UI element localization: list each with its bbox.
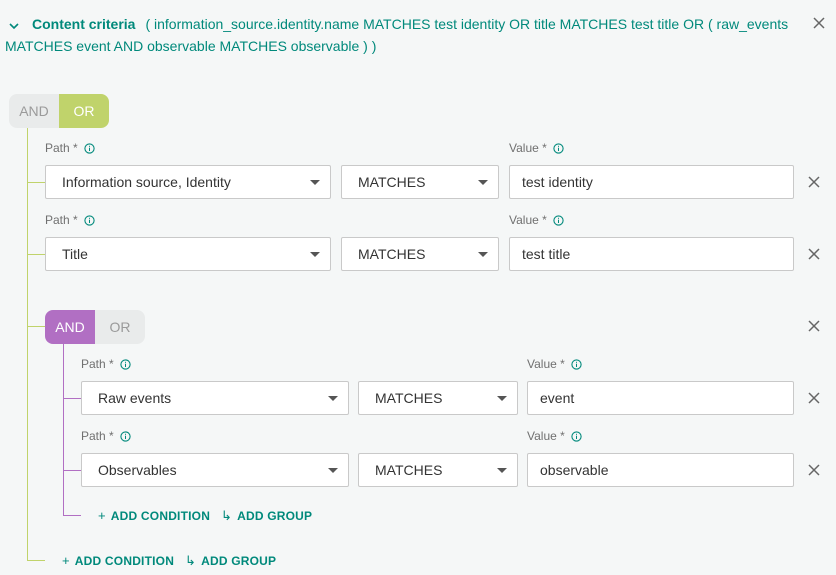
remove-condition-icon[interactable]: [807, 391, 823, 407]
root-add-condition-button[interactable]: + ADD CONDITION: [62, 553, 174, 568]
path-select[interactable]: Observables: [81, 453, 349, 487]
root-branch-line: [27, 326, 45, 327]
operator-select-value: MATCHES: [358, 246, 426, 262]
dropdown-arrow-icon: [478, 179, 488, 185]
path-select-value: Title: [62, 246, 88, 262]
value-label-text: Value *: [509, 141, 547, 155]
sub-group-line: [63, 344, 64, 516]
remove-condition-icon[interactable]: [807, 247, 823, 263]
path-label-text: Path *: [45, 141, 78, 155]
path-select[interactable]: Raw events: [81, 381, 349, 415]
path-select-value: Observables: [98, 462, 177, 478]
value-input-text: observable: [540, 462, 609, 478]
sub-operator-and[interactable]: AND: [45, 310, 95, 344]
root-group-line: [27, 128, 28, 561]
path-label-text: Path *: [81, 429, 114, 443]
subdirectory-arrow-icon: ↳: [185, 553, 197, 568]
criteria-title: Content criteria: [32, 16, 136, 32]
dropdown-arrow-icon: [310, 251, 320, 257]
value-input-text: event: [540, 390, 575, 406]
value-label: Value *: [509, 213, 564, 227]
value-label-text: Value *: [527, 357, 565, 371]
subdirectory-arrow-icon: ↳: [221, 508, 233, 523]
path-select[interactable]: Title: [45, 237, 331, 271]
path-label: Path *: [81, 357, 131, 371]
sub-branch-line: [63, 398, 81, 399]
dropdown-arrow-icon: [328, 395, 338, 401]
value-input[interactable]: test identity: [509, 165, 794, 199]
info-icon[interactable]: [120, 358, 131, 370]
value-input-text: test identity: [522, 174, 593, 190]
path-label: Path *: [45, 213, 95, 227]
plus-icon: +: [98, 508, 106, 523]
add-condition-label: ADD CONDITION: [110, 508, 211, 523]
operator-select[interactable]: MATCHES: [358, 381, 518, 415]
info-icon[interactable]: [571, 430, 582, 442]
sub-group-operator-toggle: AND OR: [45, 310, 145, 344]
info-icon[interactable]: [84, 142, 95, 154]
sub-add-group-button[interactable]: ↳ ADD GROUP: [221, 508, 312, 524]
operator-select[interactable]: MATCHES: [341, 165, 499, 199]
operator-select-value: MATCHES: [375, 462, 443, 478]
operator-select[interactable]: MATCHES: [358, 453, 518, 487]
add-condition-label: ADD CONDITION: [74, 553, 175, 568]
value-label-text: Value *: [527, 429, 565, 443]
root-operator-and[interactable]: AND: [9, 94, 59, 128]
info-icon[interactable]: [84, 214, 95, 226]
sub-add-condition-button[interactable]: + ADD CONDITION: [98, 508, 210, 523]
root-add-group-button[interactable]: ↳ ADD GROUP: [185, 553, 276, 569]
info-icon[interactable]: [571, 358, 582, 370]
chevron-down-icon[interactable]: [8, 15, 22, 36]
dropdown-arrow-icon: [497, 395, 507, 401]
value-label: Value *: [527, 357, 582, 371]
add-group-label: ADD GROUP: [201, 554, 277, 568]
root-branch-line: [27, 182, 45, 183]
plus-icon: +: [62, 553, 70, 568]
operator-select-value: MATCHES: [375, 390, 443, 406]
value-label-text: Value *: [509, 213, 547, 227]
remove-condition-icon[interactable]: [807, 175, 823, 191]
add-group-label: ADD GROUP: [237, 509, 313, 523]
sub-branch-line: [63, 515, 81, 516]
path-select[interactable]: Information source, Identity: [45, 165, 331, 199]
value-label: Value *: [527, 429, 582, 443]
sub-operator-or[interactable]: OR: [95, 310, 145, 344]
path-label-text: Path *: [45, 213, 78, 227]
dropdown-arrow-icon: [328, 467, 338, 473]
operator-select[interactable]: MATCHES: [341, 237, 499, 271]
path-label: Path *: [45, 141, 95, 155]
info-icon[interactable]: [120, 430, 131, 442]
value-input[interactable]: observable: [527, 453, 794, 487]
dropdown-arrow-icon: [478, 251, 488, 257]
value-input[interactable]: test title: [509, 237, 794, 271]
root-operator-or[interactable]: OR: [59, 94, 109, 128]
value-input-text: test title: [522, 246, 571, 262]
criteria-header: Content criteria( information_source.ide…: [5, 14, 805, 57]
value-input[interactable]: event: [527, 381, 794, 415]
sub-branch-line: [63, 470, 81, 471]
root-branch-line: [27, 254, 45, 255]
content-criteria-panel: Content criteria( information_source.ide…: [0, 0, 836, 575]
remove-condition-icon[interactable]: [807, 463, 823, 479]
root-group-operator-toggle: AND OR: [9, 94, 109, 128]
path-label-text: Path *: [81, 357, 114, 371]
dropdown-arrow-icon: [310, 179, 320, 185]
value-label: Value *: [509, 141, 564, 155]
path-select-value: Information source, Identity: [62, 174, 231, 190]
operator-select-value: MATCHES: [358, 174, 426, 190]
root-branch-line: [27, 560, 45, 561]
info-icon[interactable]: [553, 214, 564, 226]
path-label: Path *: [81, 429, 131, 443]
dropdown-arrow-icon: [497, 467, 507, 473]
info-icon[interactable]: [553, 142, 564, 154]
remove-group-icon[interactable]: [807, 319, 823, 335]
path-select-value: Raw events: [98, 390, 172, 406]
close-icon[interactable]: [812, 16, 828, 32]
